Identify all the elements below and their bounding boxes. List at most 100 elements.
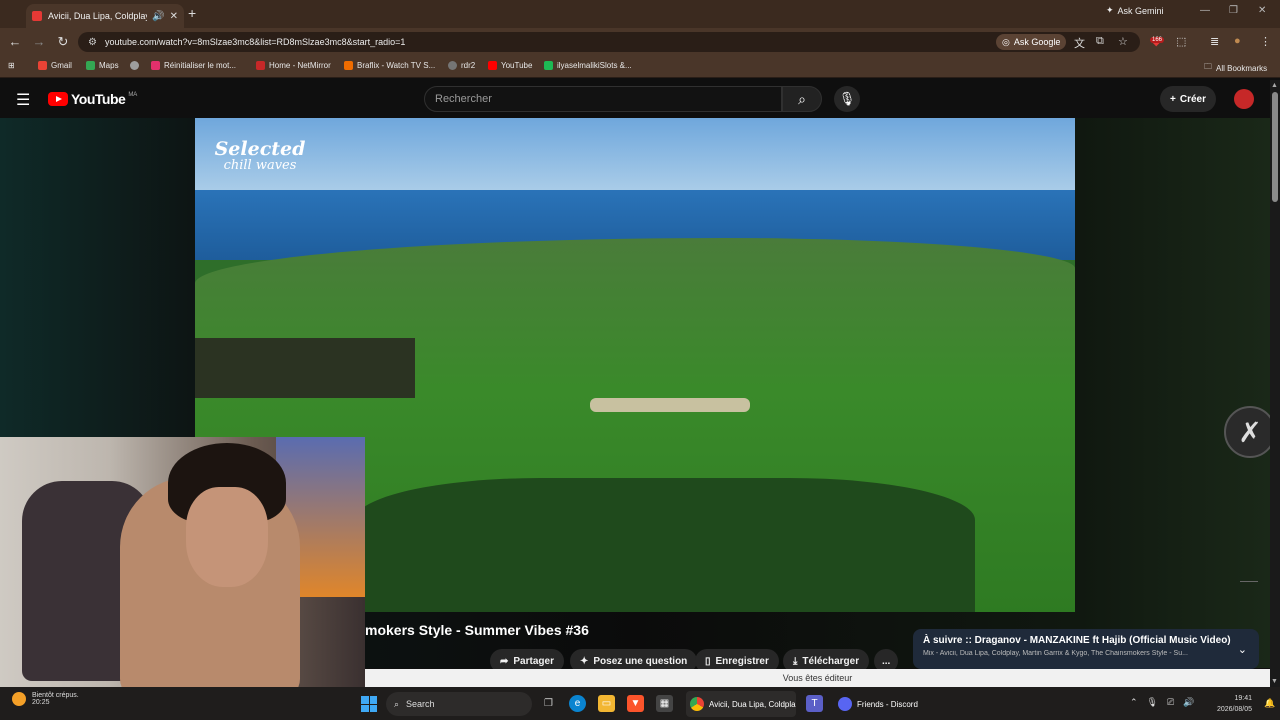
brave-icon[interactable]: ▼ — [627, 695, 644, 712]
edge-icon[interactable]: e — [569, 695, 586, 712]
share-icon: ➦ — [500, 655, 509, 667]
search-button[interactable]: ⌕ — [782, 86, 822, 112]
all-bookmarks[interactable]: 🗀 All Bookmarks — [1204, 61, 1267, 75]
network-icon[interactable]: ⎚ — [1167, 697, 1174, 708]
plus-icon: + — [1170, 93, 1176, 105]
person-face — [186, 487, 268, 587]
instagram-icon — [151, 61, 160, 70]
collapse-handle[interactable] — [1240, 581, 1258, 582]
profile-icon[interactable]: ● — [1234, 35, 1241, 47]
install-app-icon[interactable]: ⧉ — [1096, 35, 1104, 48]
address-bar[interactable]: ⚙ youtube.com/watch?v=8mSlzae3mc8&list=R… — [78, 32, 1140, 52]
gemini-icon: ✦ — [1106, 5, 1114, 15]
search-icon: ⌕ — [798, 90, 806, 107]
chevron-down-icon[interactable]: ⌄ — [1238, 643, 1247, 656]
bookmark-icon: ▯ — [705, 655, 711, 667]
gmail-icon — [38, 61, 47, 70]
maximize-button[interactable]: ❐ — [1229, 5, 1238, 16]
speaker-icon[interactable]: 🔊 — [152, 11, 164, 22]
bookmark-rdr2[interactable]: rdr2 — [448, 61, 475, 70]
up-next-title: À suivre :: Draganov - MANZAKINE ft Haji… — [923, 635, 1231, 646]
start-button[interactable] — [361, 696, 377, 712]
voice-search-button[interactable]: 🎙 — [834, 86, 860, 112]
notification-bell-icon[interactable]: 🔔 — [1264, 698, 1275, 709]
new-tab-button[interactable]: + — [188, 5, 196, 21]
netmirror-icon — [256, 61, 265, 70]
weather-widget[interactable]: Bientôt crépus. 20:25 — [12, 692, 79, 706]
scrollbar-thumb[interactable] — [1272, 92, 1278, 202]
minimize-button[interactable]: — — [1200, 5, 1210, 16]
video-title: mokers Style - Summer Vibes #36 — [365, 622, 589, 638]
globe-icon — [130, 61, 139, 70]
bookmark-globe[interactable] — [130, 61, 139, 70]
teams-icon[interactable]: T — [806, 695, 823, 712]
bookmark-netmirror[interactable]: Home - NetMirror — [256, 61, 331, 70]
bookmark-youtube[interactable]: YouTube — [488, 61, 532, 70]
translate-icon[interactable]: 文 — [1074, 35, 1085, 51]
video-forest — [355, 478, 975, 612]
ask-gemini-button[interactable]: ✦ Ask Gemini — [1106, 5, 1164, 16]
bookmark-reset-password[interactable]: Réinitialiser le mot... — [151, 61, 236, 70]
bookmark-star-icon[interactable]: ☆ — [1118, 35, 1128, 48]
editor-banner: Vous êtes éditeur — [365, 669, 1270, 687]
maps-icon — [86, 61, 95, 70]
store-icon[interactable]: ▦ — [656, 695, 673, 712]
microphone-icon: 🎙 — [838, 91, 856, 106]
kick-icon — [544, 61, 553, 70]
youtube-play-icon — [48, 92, 68, 106]
folder-icon: 🗀 — [1204, 62, 1212, 71]
reload-button[interactable]: ↻ — [55, 34, 71, 50]
taskbar-discord[interactable]: Friends - Discord — [834, 691, 924, 717]
volume-icon[interactable]: 🔊 — [1183, 697, 1194, 708]
extensions-puzzle-icon[interactable]: ⬚ — [1176, 35, 1186, 48]
ask-google-label: Ask Google — [1013, 37, 1061, 47]
taskbar-clock[interactable]: 19:41 2026/08/05 — [1206, 693, 1252, 715]
tab-title: Avicii, Dua Lipa, Coldplay, M — [48, 11, 147, 21]
ask-gemini-label: Ask Gemini — [1117, 5, 1164, 16]
forward-button[interactable]: → — [31, 34, 47, 49]
taskbar-search[interactable]: ⌕ Search — [386, 692, 532, 716]
chrome-icon — [690, 697, 704, 711]
close-tab-icon[interactable]: ✕ — [170, 11, 178, 22]
menu-kebab-icon[interactable]: ⋮ — [1260, 35, 1271, 48]
hamburger-menu-icon[interactable]: ☰ — [16, 90, 30, 110]
tab-youtube[interactable]: Avicii, Dua Lipa, Coldplay, M 🔊 ✕ — [26, 4, 184, 28]
search-icon: ⌕ — [394, 698, 400, 709]
youtube-bookmark-icon — [488, 61, 497, 70]
up-next-panel[interactable]: À suivre :: Draganov - MANZAKINE ft Haji… — [913, 629, 1259, 669]
video-cliff — [195, 338, 415, 398]
bookmark-braflix[interactable]: Braflix - Watch TV S... — [344, 61, 435, 70]
avatar[interactable] — [1234, 89, 1254, 109]
webcam-overlay — [0, 437, 365, 699]
system-tray: ⌃ 🎙 ⎚ 🔊 — [1130, 697, 1194, 708]
media-controls-icon[interactable]: ≣ — [1210, 35, 1219, 48]
weather-sun-icon — [12, 692, 26, 706]
microphone-icon[interactable]: 🎙 — [1147, 697, 1158, 708]
chevron-up-icon[interactable]: ⌃ — [1130, 697, 1138, 708]
youtube-logo[interactable]: YouTube MA — [48, 91, 137, 107]
google-lens-icon: ◎ — [1002, 36, 1010, 47]
taskbar-chrome[interactable]: Avicii, Dua Lipa, Coldpla — [686, 691, 796, 717]
sparkle-icon: ✦ — [580, 655, 589, 667]
back-button[interactable]: ← — [7, 34, 23, 49]
floating-x-widget-icon[interactable]: ✗ — [1224, 406, 1276, 458]
youtube-favicon-icon — [32, 11, 42, 21]
scroll-up-arrow-icon[interactable]: ▲ — [1271, 82, 1278, 89]
ask-google-button[interactable]: ◎ Ask Google — [996, 34, 1067, 50]
bookmark-gmail[interactable]: Gmail — [38, 61, 72, 70]
discord-icon — [838, 697, 852, 711]
bookmark-slots[interactable]: ilyaselmalikiSlots &... — [544, 61, 632, 70]
up-next-subtitle: Mix - Avicii, Dua Lipa, Coldplay, Martin… — [923, 650, 1188, 657]
create-button[interactable]: + Créer — [1160, 86, 1216, 112]
search-box[interactable] — [424, 86, 782, 112]
scroll-down-arrow-icon[interactable]: ▼ — [1271, 678, 1278, 685]
bookmark-maps[interactable]: Maps — [86, 61, 119, 70]
task-view-icon[interactable]: ❐ — [540, 695, 557, 712]
close-window-button[interactable]: ✕ — [1258, 5, 1266, 16]
file-explorer-icon[interactable]: ▭ — [598, 695, 615, 712]
channel-watermark: Selected chill waves — [214, 138, 306, 173]
apps-grid-icon[interactable]: ⊞ — [8, 61, 15, 70]
site-settings-icon[interactable]: ⚙ — [88, 37, 97, 48]
search-input[interactable] — [435, 93, 781, 105]
video-sky — [195, 118, 1075, 190]
